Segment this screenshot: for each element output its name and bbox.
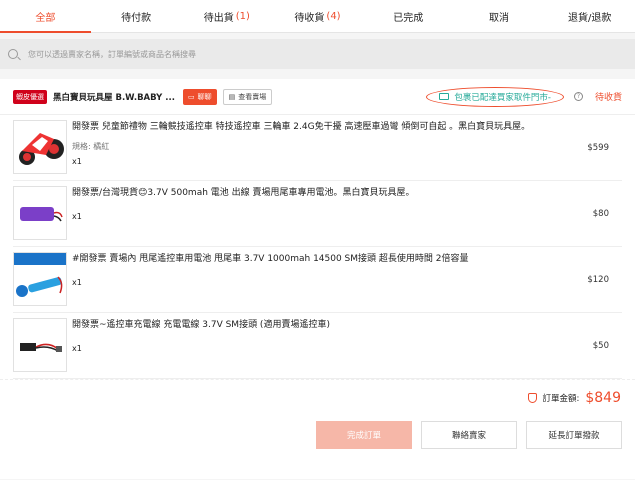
order-search-bar[interactable]: 您可以透過賣家名稱，訂單編號或商品名稱搜尋 — [0, 39, 635, 69]
order-item[interactable]: 開發票/台灣現貨😊3.7V 500mah 電池 出線 賣場甩尾車專用電池。黑白寶… — [13, 181, 622, 247]
item-quantity: x1 — [72, 157, 82, 166]
order-tabs: 全部 待付款 待出貨 (1) 待收貨 (4) 已完成 取消 退貨/退款 — [0, 0, 635, 33]
complete-order-button[interactable]: 完成訂單 — [316, 421, 412, 449]
item-quantity: x1 — [72, 212, 82, 221]
extend-payment-button[interactable]: 延長訂單撥款 — [526, 421, 622, 449]
item-variant: 規格: 橘紅 — [72, 142, 110, 151]
total-amount: $849 — [585, 389, 621, 406]
shipping-status[interactable]: 包裹已配達買家取件門市- — [426, 86, 564, 107]
order-item[interactable]: 開發票 兒童節禮物 三輪競技遙控車 特技遙控車 三輪車 2.4G免干擾 高速壓車… — [13, 115, 622, 181]
preferred-badge: 蝦皮優選 — [13, 89, 47, 104]
order-status: 待收貨 — [594, 93, 622, 103]
contact-seller-button[interactable]: 聯絡賣家 — [421, 421, 517, 449]
shield-icon — [528, 392, 538, 403]
item-title: 開發票 兒童節禮物 三輪競技遙控車 特技遙控車 三輪車 2.4G免干擾 高速壓車… — [72, 122, 531, 132]
tab-completed[interactable]: 已完成 — [363, 0, 454, 32]
tab-cancelled[interactable]: 取消 — [454, 0, 545, 32]
tab-to-ship-count: (1) — [235, 10, 250, 22]
item-title: #開發票 賣場內 甩尾遙控車用電池 甩尾車 3.7V 1000mah 14500… — [72, 254, 469, 264]
item-price: $599 — [587, 143, 609, 153]
tab-to-receive[interactable]: 待收貨 (4) — [272, 0, 363, 32]
item-price: $120 — [587, 275, 609, 285]
help-icon[interactable]: ? — [573, 92, 583, 101]
order-total: 訂單金額: $849 — [0, 379, 635, 415]
total-label: 訂單金額: — [542, 393, 580, 404]
order-actions: 完成訂單 聯絡賣家 延長訂單撥款 — [0, 421, 635, 449]
item-title: 開發票/台灣現貨😊3.7V 500mah 電池 出線 賣場甩尾車專用電池。黑白寶… — [72, 188, 415, 198]
item-quantity: x1 — [72, 344, 82, 353]
order-items: 開發票 兒童節禮物 三輪競技遙控車 特技遙控車 三輪車 2.4G免干擾 高速壓車… — [0, 115, 635, 379]
tab-to-receive-count: (4) — [326, 10, 341, 22]
product-image-battery — [13, 186, 67, 240]
item-price: $80 — [592, 209, 609, 219]
truck-icon — [439, 93, 450, 100]
product-image-rc-car — [13, 120, 67, 174]
shop-name[interactable]: 黑白寶貝玩具屋 B.W.BABY ... — [53, 91, 175, 103]
item-title: 開發票~遙控車充電線 充電電線 3.7V SM接頭 (適用賣場遙控車) — [72, 320, 330, 330]
chat-button[interactable]: ▭ 聊聊 — [182, 88, 217, 105]
item-quantity: x1 — [72, 278, 82, 287]
order-item[interactable]: #開發票 賣場內 甩尾遙控車用電池 甩尾車 3.7V 1000mah 14500… — [13, 247, 622, 313]
order-item[interactable]: 開發票~遙控車充電線 充電電線 3.7V SM接頭 (適用賣場遙控車) x1 $… — [13, 313, 622, 379]
view-shop-button[interactable]: ▤ 查看賣場 — [222, 88, 273, 105]
shop-icon: ▤ — [228, 92, 236, 101]
search-input[interactable]: 您可以透過賣家名稱，訂單編號或商品名稱搜尋 — [28, 49, 196, 60]
chat-icon: ▭ — [187, 92, 195, 101]
tab-all[interactable]: 全部 — [0, 0, 91, 33]
product-image-battery-pack — [13, 252, 67, 306]
tab-to-pay[interactable]: 待付款 — [91, 0, 182, 32]
search-icon — [8, 49, 18, 59]
product-image-charging-cable — [13, 318, 67, 372]
item-price: $50 — [592, 341, 609, 351]
tab-to-ship[interactable]: 待出貨 (1) — [181, 0, 272, 32]
shop-header: 蝦皮優選 黑白寶貝玩具屋 B.W.BABY ... ▭ 聊聊 ▤ 查看賣場 包裹已配… — [0, 79, 635, 115]
order-card: 蝦皮優選 黑白寶貝玩具屋 B.W.BABY ... ▭ 聊聊 ▤ 查看賣場 包裹已配… — [0, 79, 635, 479]
tab-return-refund[interactable]: 退貨/退款 — [544, 0, 635, 32]
